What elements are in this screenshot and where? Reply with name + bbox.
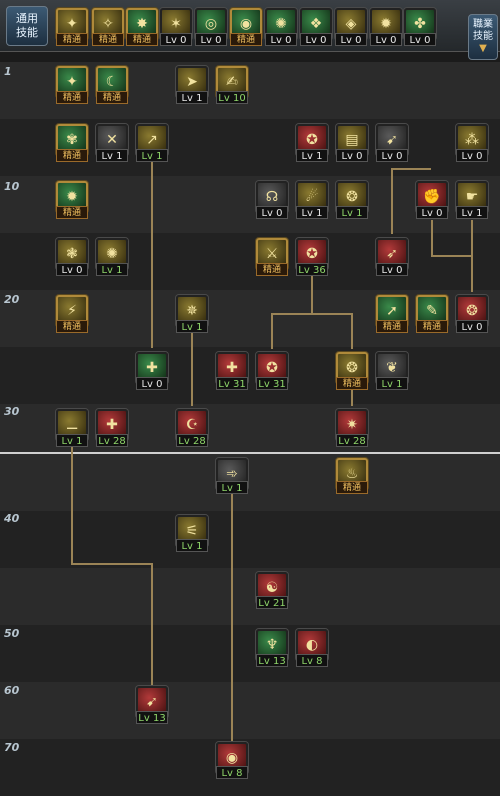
skill-level-badge: Lv 0 xyxy=(265,33,297,46)
skill-level-badge: Lv 0 xyxy=(416,206,448,219)
connector-line xyxy=(231,494,233,742)
skill-level-badge: Lv 13 xyxy=(136,711,168,724)
skill-level-badge: Lv 0 xyxy=(376,263,408,276)
skill-level-badge: 精通 xyxy=(56,149,88,162)
skill-tree: 1 10 20 30 40 50 60 70 通用 技能 職業 技能 ▼ ✦ 精… xyxy=(0,0,500,796)
skill-level-badge: Lv 31 xyxy=(216,377,248,390)
tier-row xyxy=(0,682,500,739)
skill-level-badge: Lv 28 xyxy=(96,434,128,447)
skill-level-badge: Lv 31 xyxy=(256,377,288,390)
skill-level-badge: 精通 xyxy=(96,91,128,104)
connector-line xyxy=(191,332,193,406)
skill-level-badge: Lv 1 xyxy=(296,206,328,219)
skill-level-badge: Lv 1 xyxy=(56,434,88,447)
tier-row xyxy=(0,739,500,796)
connector-line xyxy=(391,168,393,234)
skill-level-badge: Lv 21 xyxy=(256,596,288,609)
connector-line xyxy=(151,160,153,348)
connector-line xyxy=(431,255,471,257)
skill-level-badge: 精通 xyxy=(336,481,368,494)
skill-level-badge: Lv 0 xyxy=(56,263,88,276)
connector-line xyxy=(471,220,473,292)
skill-level-badge: Lv 8 xyxy=(216,766,248,779)
skill-level-badge: 精通 xyxy=(256,263,288,276)
skill-level-badge: Lv 0 xyxy=(456,320,488,333)
level-label: 20 xyxy=(4,293,20,306)
skill-level-badge: 精通 xyxy=(126,33,158,46)
skill-level-badge: Lv 8 xyxy=(296,654,328,667)
skill-level-badge: Lv 10 xyxy=(216,91,248,104)
connector-line xyxy=(311,274,313,314)
level-label: 50 xyxy=(4,627,20,640)
skill-level-badge: Lv 1 xyxy=(176,320,208,333)
skill-level-badge: Lv 0 xyxy=(335,33,367,46)
connector-line xyxy=(391,168,431,170)
skill-level-badge: Lv 1 xyxy=(176,91,208,104)
skill-level-badge: Lv 0 xyxy=(370,33,402,46)
level-label: 60 xyxy=(4,684,20,697)
skill-level-badge: Lv 1 xyxy=(136,149,168,162)
skill-level-badge: Lv 0 xyxy=(376,149,408,162)
skill-level-badge: 精通 xyxy=(376,320,408,333)
skill-level-badge: Lv 1 xyxy=(176,539,208,552)
connector-line xyxy=(271,313,353,315)
skill-level-badge: Lv 1 xyxy=(96,149,128,162)
skill-level-badge: Lv 0 xyxy=(404,33,436,46)
connector-line xyxy=(351,390,353,406)
tier-row xyxy=(0,511,500,568)
skill-level-badge: 精通 xyxy=(336,377,368,390)
skill-level-badge: Lv 36 xyxy=(296,263,328,276)
skill-level-badge: Lv 1 xyxy=(336,206,368,219)
skill-level-badge: Lv 1 xyxy=(456,206,488,219)
skill-level-badge: 精通 xyxy=(92,33,124,46)
section-divider xyxy=(0,452,500,454)
dropdown-arrow-icon: ▼ xyxy=(479,43,487,54)
skill-level-badge: Lv 1 xyxy=(96,263,128,276)
skill-level-badge: Lv 0 xyxy=(136,377,168,390)
level-label: 10 xyxy=(4,180,20,193)
connector-line xyxy=(71,563,153,565)
skill-level-badge: 精通 xyxy=(56,33,88,46)
skill-level-badge: 精通 xyxy=(230,33,262,46)
skill-level-badge: Lv 0 xyxy=(336,149,368,162)
connector-line xyxy=(151,563,153,685)
connector-line xyxy=(431,220,433,256)
skill-level-badge: 精通 xyxy=(56,91,88,104)
skill-level-badge: Lv 1 xyxy=(376,377,408,390)
tab-class-skills[interactable]: 職業 技能 ▼ xyxy=(468,14,498,60)
skill-level-badge: Lv 0 xyxy=(300,33,332,46)
connector-line xyxy=(271,313,273,349)
level-label: 1 xyxy=(4,65,12,78)
tier-row xyxy=(0,625,500,682)
tab-class-skills-label: 職業 技能 xyxy=(473,19,493,42)
skill-level-badge: 精通 xyxy=(56,320,88,333)
level-label: 70 xyxy=(4,741,20,754)
level-label: 40 xyxy=(4,512,20,525)
skill-level-badge: Lv 1 xyxy=(296,149,328,162)
skill-level-badge: Lv 0 xyxy=(160,33,192,46)
tab-common-skills[interactable]: 通用 技能 xyxy=(6,6,48,46)
skill-level-badge: Lv 28 xyxy=(176,434,208,447)
skill-level-badge: Lv 0 xyxy=(195,33,227,46)
skill-level-badge: 精通 xyxy=(56,206,88,219)
skill-level-badge: Lv 28 xyxy=(336,434,368,447)
skill-level-badge: Lv 13 xyxy=(256,654,288,667)
tier-row xyxy=(0,347,500,404)
level-label: 30 xyxy=(4,405,20,418)
skill-level-badge: Lv 0 xyxy=(256,206,288,219)
tier-row xyxy=(0,568,500,625)
tier-row xyxy=(0,454,500,511)
skill-level-badge: 精通 xyxy=(416,320,448,333)
connector-line xyxy=(351,313,353,349)
connector-line xyxy=(71,446,73,564)
skill-level-badge: Lv 0 xyxy=(456,149,488,162)
skill-level-badge: Lv 1 xyxy=(216,481,248,494)
